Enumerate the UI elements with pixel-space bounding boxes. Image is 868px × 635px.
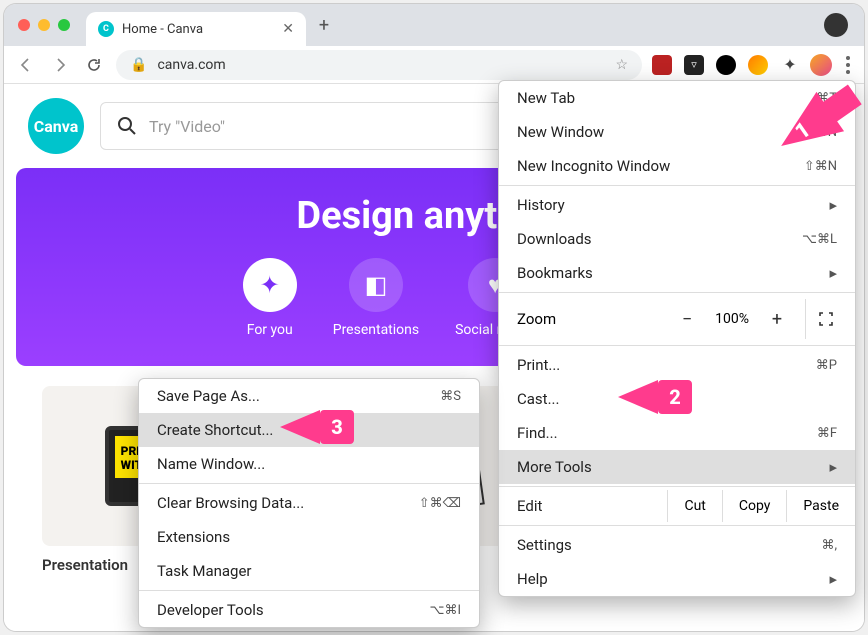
address-bar[interactable]: 🔒 canva.com ☆ <box>116 50 642 80</box>
bookmark-star-icon[interactable]: ☆ <box>615 57 628 73</box>
new-tab-button[interactable]: + <box>310 11 338 39</box>
submenu-name-window[interactable]: Name Window... <box>139 447 479 481</box>
tab-title: Home - Canva <box>122 22 274 37</box>
account-icon[interactable] <box>824 13 848 37</box>
category-for-you[interactable]: ✦ For you <box>243 258 297 338</box>
submenu-developer-tools[interactable]: Developer Tools⌥⌘I <box>139 593 479 627</box>
pocket-icon[interactable]: ▿ <box>684 55 704 75</box>
menu-more-tools[interactable]: More Tools▸ <box>499 450 855 484</box>
menu-edit-row: Edit Cut Copy Paste <box>499 489 855 523</box>
submenu-extensions[interactable]: Extensions <box>139 520 479 554</box>
submenu-task-manager[interactable]: Task Manager <box>139 554 479 588</box>
menu-downloads[interactable]: Downloads⌥⌘L <box>499 222 855 256</box>
url-text: canva.com <box>157 57 225 73</box>
chevron-right-icon: ▸ <box>829 264 837 282</box>
zoom-out-button[interactable]: − <box>677 309 697 330</box>
menu-print[interactable]: Print...⌘P <box>499 348 855 382</box>
presentation-icon: ◧ <box>349 258 403 312</box>
submenu-clear-browsing-data[interactable]: Clear Browsing Data...⇧⌘⌫ <box>139 486 479 520</box>
maximize-window-button[interactable] <box>58 19 70 31</box>
back-button[interactable] <box>14 53 38 77</box>
canva-logo[interactable]: Canva <box>28 98 84 154</box>
minimize-window-button[interactable] <box>38 19 50 31</box>
search-icon <box>117 116 137 136</box>
annotation-step-3: 3 <box>280 410 354 444</box>
menu-paste[interactable]: Paste <box>786 490 855 522</box>
chevron-right-icon: ▸ <box>829 196 837 214</box>
chrome-menu-button[interactable] <box>842 52 854 78</box>
tab-strip: C Home - Canva ✕ + <box>4 4 864 46</box>
close-window-button[interactable] <box>18 19 30 31</box>
menu-copy[interactable]: Copy <box>722 490 787 522</box>
category-presentations[interactable]: ◧ Presentations <box>333 258 419 338</box>
submenu-save-page-as[interactable]: Save Page As...⌘S <box>139 379 479 413</box>
zoom-level: 100% <box>715 311 749 327</box>
extension-icons: ▿ ✦ <box>652 55 800 75</box>
menu-help[interactable]: Help▸ <box>499 562 855 596</box>
canva-favicon: C <box>98 21 114 37</box>
extension-icon[interactable] <box>716 55 736 75</box>
extensions-puzzle-icon[interactable]: ✦ <box>780 55 800 75</box>
reload-button[interactable] <box>82 53 106 77</box>
menu-settings[interactable]: Settings⌘, <box>499 528 855 562</box>
menu-cut[interactable]: Cut <box>667 490 721 522</box>
menu-bookmarks[interactable]: Bookmarks▸ <box>499 256 855 290</box>
search-placeholder: Try "Video" <box>149 117 225 136</box>
lock-icon: 🔒 <box>130 57 147 73</box>
window-controls <box>12 19 70 31</box>
annotation-step-2: 2 <box>618 380 692 414</box>
browser-tab[interactable]: C Home - Canva ✕ <box>86 12 306 46</box>
menu-zoom: Zoom − 100% + <box>499 295 855 343</box>
sparkle-icon: ✦ <box>243 258 297 312</box>
chevron-right-icon: ▸ <box>829 570 837 588</box>
chevron-right-icon: ▸ <box>829 458 837 476</box>
fullscreen-button[interactable] <box>805 299 845 339</box>
close-tab-icon[interactable]: ✕ <box>282 21 294 37</box>
zoom-in-button[interactable]: + <box>767 309 787 330</box>
extension-icon[interactable] <box>652 55 672 75</box>
menu-find[interactable]: Find...⌘F <box>499 416 855 450</box>
browser-toolbar: 🔒 canva.com ☆ ▿ ✦ <box>4 46 864 84</box>
forward-button <box>48 53 72 77</box>
extension-icon[interactable] <box>748 55 768 75</box>
profile-avatar[interactable] <box>810 54 832 76</box>
menu-history[interactable]: History▸ <box>499 188 855 222</box>
